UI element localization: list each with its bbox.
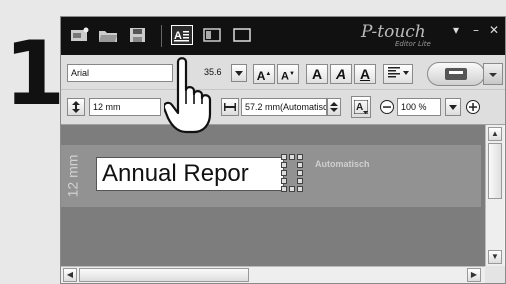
logo-subtitle: Editor Lite <box>395 40 431 48</box>
vertical-scroll-thumb[interactable] <box>488 143 502 199</box>
zoom-dropdown[interactable] <box>445 98 461 116</box>
zoom-in-icon <box>466 100 480 114</box>
menu-dropdown-icon[interactable]: ▾ <box>453 23 459 37</box>
scroll-up-icon[interactable]: ▲ <box>488 127 502 141</box>
pointing-hand-icon <box>162 56 218 141</box>
resize-handle[interactable] <box>281 178 287 184</box>
font-size-dropdown[interactable] <box>231 64 247 82</box>
shrink-font-button[interactable]: A▼ <box>277 64 299 84</box>
tape-width-select[interactable]: 12 mm <box>89 98 161 116</box>
step-number: 1 <box>4 22 66 125</box>
label-length-icon <box>221 98 239 116</box>
zoom-out-button[interactable] <box>379 99 395 120</box>
svg-text:A: A <box>356 102 363 113</box>
zoom-in-button[interactable] <box>465 99 481 120</box>
resize-handle[interactable] <box>297 186 303 192</box>
open-folder-icon[interactable] <box>97 25 119 45</box>
resize-handle[interactable] <box>297 154 303 160</box>
font-family-select[interactable]: Arial <box>67 64 173 82</box>
tape-width-label: 12 mm <box>64 154 81 198</box>
resize-grip[interactable] <box>485 266 505 283</box>
resize-handle[interactable] <box>297 170 303 176</box>
close-button[interactable]: ✕ <box>489 23 499 37</box>
label-length-spinner[interactable] <box>327 98 341 116</box>
scroll-down-icon[interactable]: ▼ <box>488 250 502 264</box>
format-toolbar: Arial 35.6 A▲ A▼ A A A <box>61 55 505 90</box>
scroll-right-icon[interactable]: ▶ <box>467 268 481 282</box>
printer-icon <box>445 68 467 80</box>
underline-button[interactable]: A <box>354 64 376 84</box>
print-options-dropdown[interactable] <box>483 63 503 85</box>
resize-handle[interactable] <box>289 154 295 160</box>
fit-label-button[interactable]: A <box>351 96 371 118</box>
text-fit-icon: A <box>354 100 368 114</box>
grow-font-button[interactable]: A▲ <box>253 64 275 84</box>
resize-handle[interactable] <box>281 162 287 168</box>
resize-handle[interactable] <box>297 162 303 168</box>
tape-width-icon <box>67 98 85 116</box>
resize-handle[interactable] <box>297 178 303 184</box>
frame-mode-icon[interactable] <box>231 25 253 45</box>
align-dropdown-button[interactable] <box>383 64 413 84</box>
layout-mode-icon[interactable] <box>201 25 223 45</box>
zoom-out-icon <box>380 100 394 114</box>
resize-handle[interactable] <box>281 154 287 160</box>
titlebar: A P-touch Editor Lite ▾ – ✕ <box>61 17 505 55</box>
auto-length-indicator: Automatisch <box>315 159 370 169</box>
tape-toolbar: 12 mm 57.2 mm(Automatisc A 100 % <box>61 90 505 125</box>
new-label-icon[interactable] <box>69 25 91 45</box>
resize-handle[interactable] <box>281 186 287 192</box>
chevron-down-icon <box>235 70 243 76</box>
bold-button[interactable]: A <box>306 64 328 84</box>
vertical-scrollbar[interactable]: ▲ ▼ <box>485 125 504 266</box>
label-canvas[interactable]: 12 mm Annual Repor Automatisch <box>61 125 485 266</box>
resize-handle[interactable] <box>289 186 295 192</box>
resize-handle[interactable] <box>281 170 287 176</box>
ptouch-logo: P-touch <box>361 22 426 42</box>
chevron-down-icon <box>449 104 457 110</box>
zoom-select[interactable]: 100 % <box>397 98 441 116</box>
horizontal-scrollbar[interactable]: ◀ ▶ <box>61 266 485 283</box>
spinner-arrows-icon <box>330 102 338 112</box>
ptouch-editor-window: A P-touch Editor Lite ▾ – ✕ Arial 35.6 A… <box>60 16 506 284</box>
align-left-icon <box>388 67 409 78</box>
minimize-button[interactable]: – <box>473 23 479 37</box>
text-mode-icon[interactable]: A <box>171 25 193 45</box>
label-length-field[interactable]: 57.2 mm(Automatisc <box>241 98 327 116</box>
save-disk-icon[interactable] <box>127 25 149 45</box>
horizontal-scroll-thumb[interactable] <box>79 268 249 282</box>
italic-button[interactable]: A <box>330 64 352 84</box>
chevron-down-icon <box>489 73 497 77</box>
label-text-box[interactable]: Annual Repor <box>96 157 284 191</box>
scroll-left-icon[interactable]: ◀ <box>63 268 77 282</box>
toolbar-separator <box>161 25 162 47</box>
print-button[interactable] <box>427 62 485 86</box>
